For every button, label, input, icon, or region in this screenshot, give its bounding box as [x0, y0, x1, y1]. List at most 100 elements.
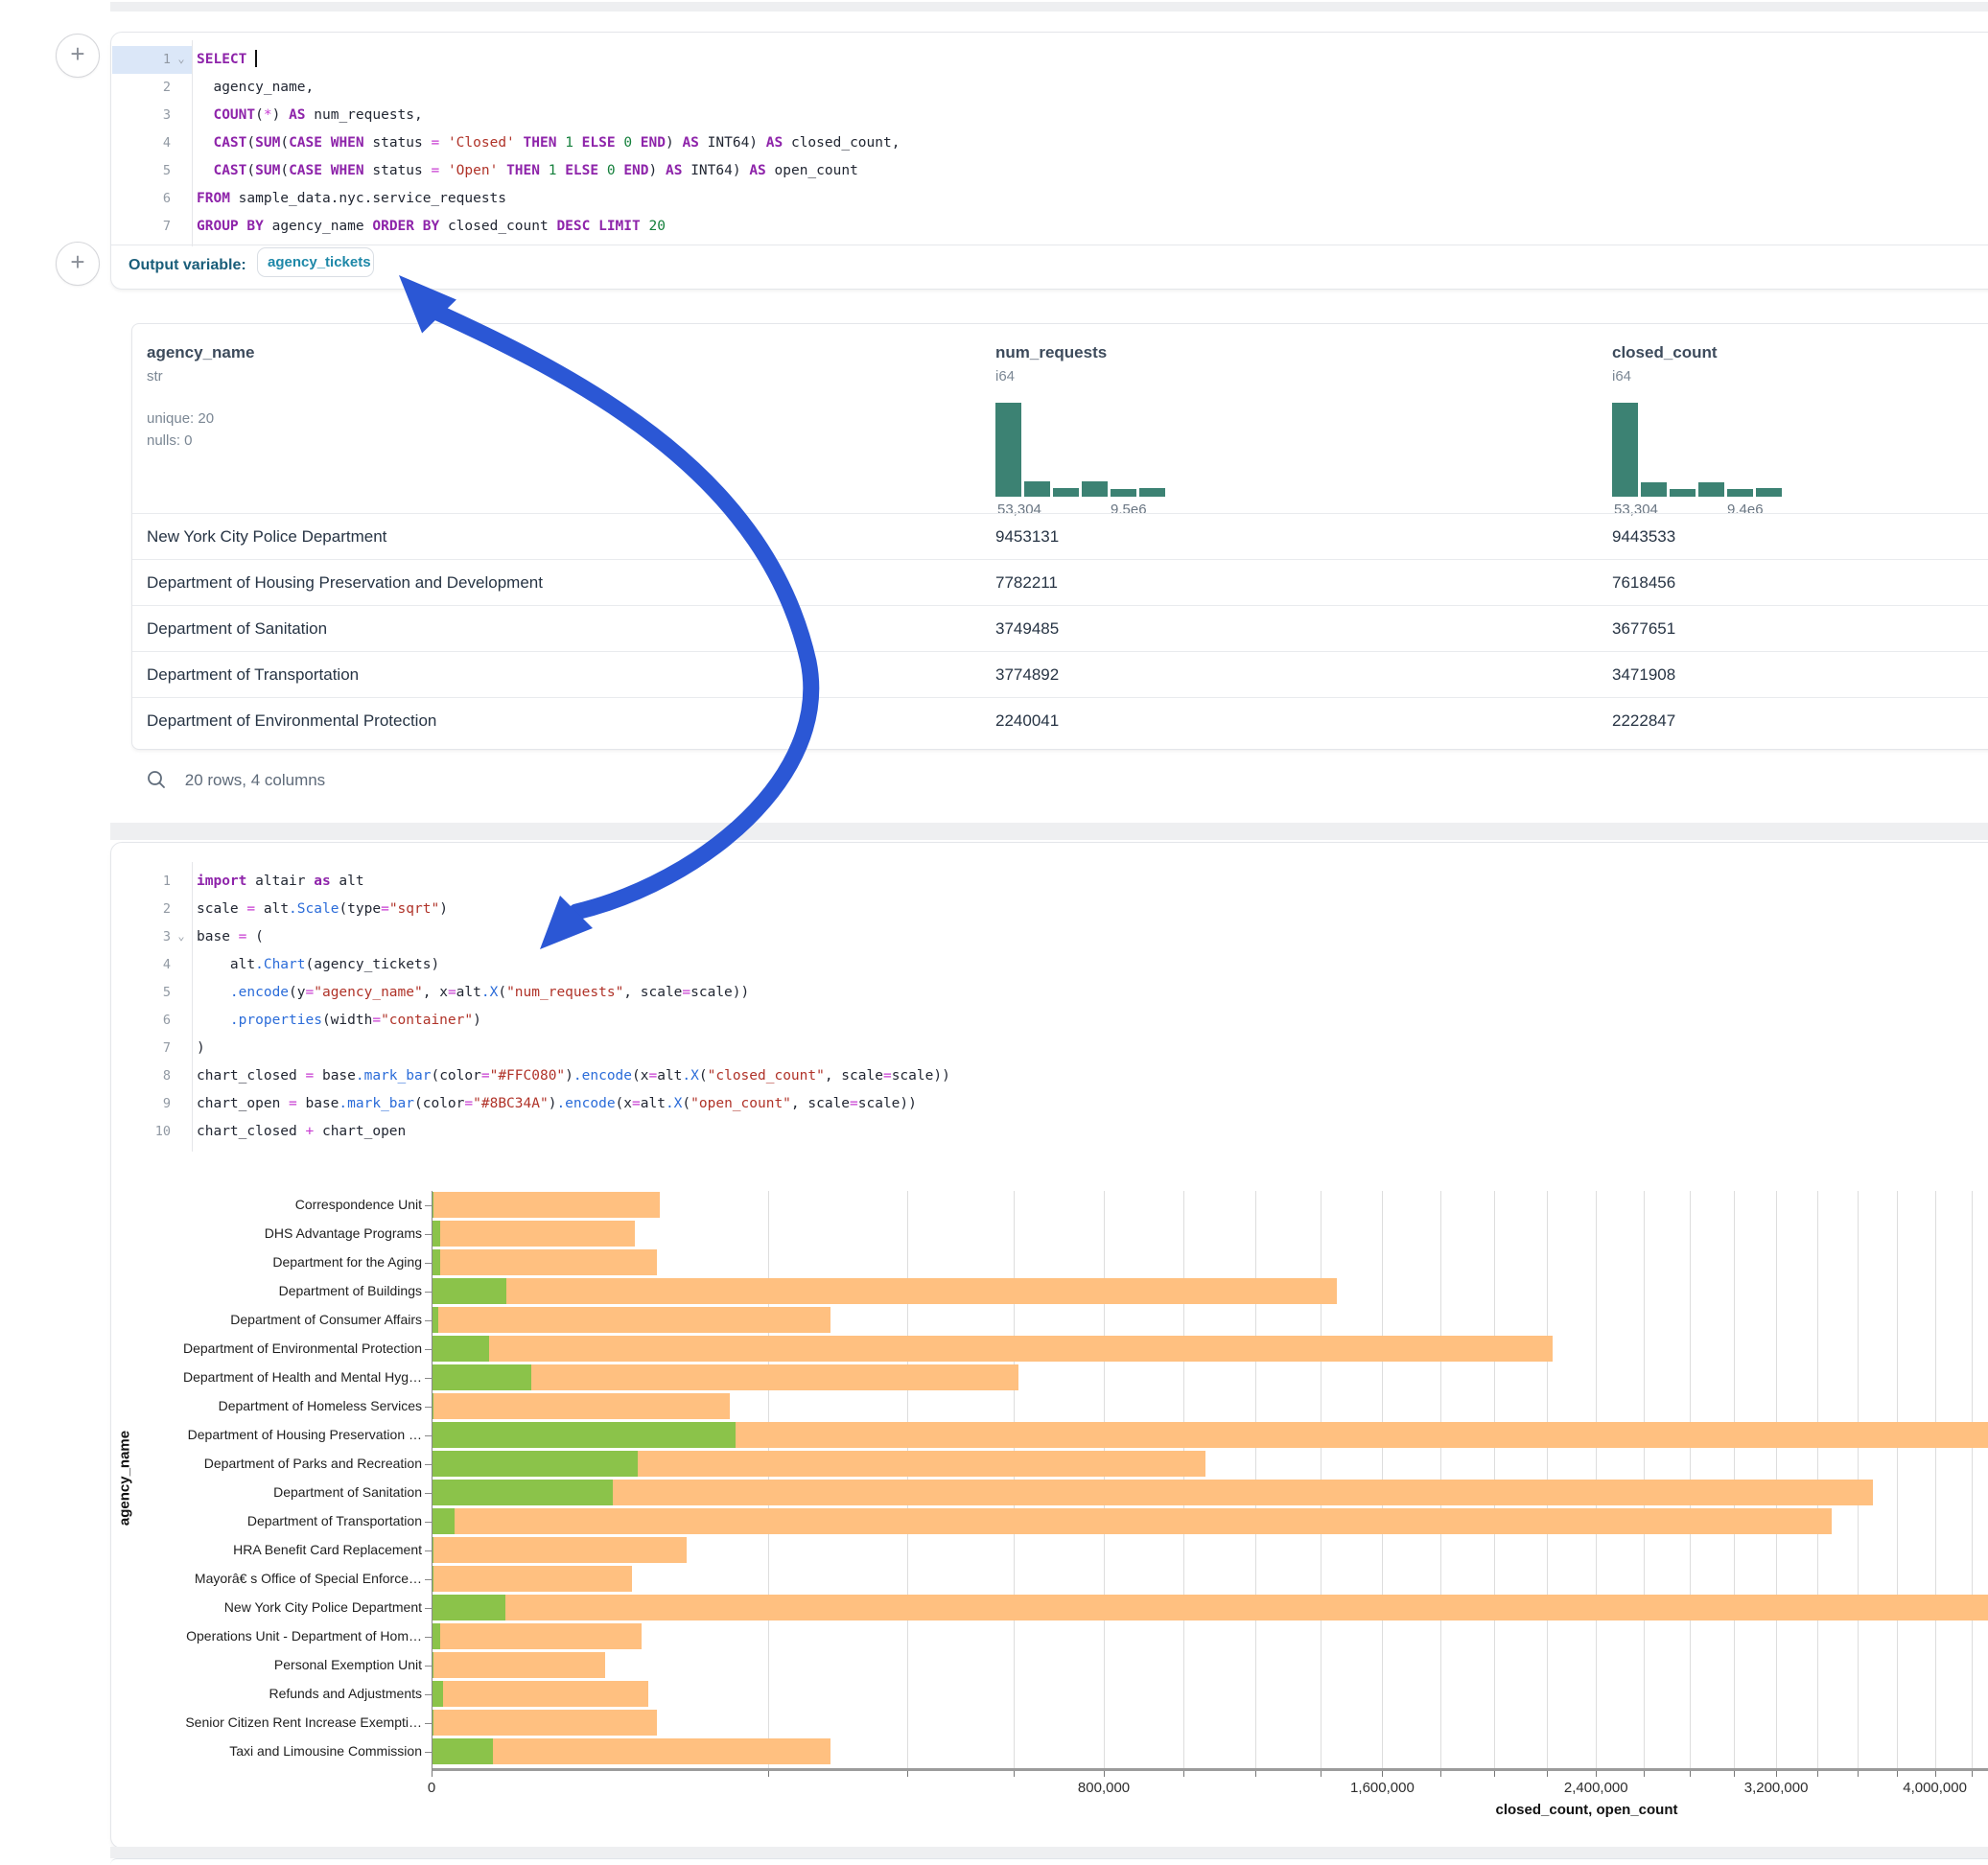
code-token: )	[649, 163, 666, 178]
code-token: BY	[423, 219, 439, 234]
histogram-bar	[1139, 488, 1165, 497]
code-token	[540, 163, 549, 178]
code-token: FROM	[197, 191, 230, 206]
code-token	[556, 163, 565, 178]
table-row: Department of Environmental Protection22…	[132, 697, 1988, 744]
line-number: 3	[111, 923, 171, 951]
code-token: )	[272, 107, 289, 123]
bar-closed-count	[432, 1595, 1988, 1620]
line-number: 1	[111, 46, 171, 74]
code-token	[556, 135, 565, 151]
code-token: .properties	[230, 1013, 322, 1028]
bar-closed-count	[432, 1480, 1873, 1505]
code-token: CAST	[213, 135, 246, 151]
cell-closed-count: 3471908	[1612, 652, 1675, 698]
y-axis-tick	[425, 1522, 432, 1523]
column-type: i64	[1612, 368, 1718, 385]
code-token: closed_count,	[783, 135, 900, 151]
code-token: SUM	[255, 135, 280, 151]
table-row: Department of Housing Preservation and D…	[132, 559, 1988, 606]
code-token: "open_count"	[690, 1096, 791, 1111]
column-name: closed_count	[1612, 343, 1718, 362]
code-token: THEN	[524, 135, 557, 151]
cell-gap-strip-middle	[110, 823, 1988, 840]
y-axis-tick-label: Correspondence Unit	[125, 1197, 422, 1212]
y-axis-tick-label: Refunds and Adjustments	[125, 1686, 422, 1701]
code-token: , scale	[623, 985, 682, 1000]
code-line: GROUP BY agency_name ORDER BY closed_cou…	[197, 213, 666, 241]
code-token: (x	[616, 1096, 632, 1111]
bar-closed-count	[432, 1336, 1553, 1362]
code-token: as	[314, 874, 330, 889]
output-variable-label: Output variable:	[129, 257, 246, 274]
y-axis-tick	[425, 1608, 432, 1609]
code-token	[197, 1013, 230, 1028]
column-histogram	[1612, 403, 1785, 497]
cell-num-requests: 7782211	[995, 560, 1058, 606]
table-row: Department of Transportation377489234719…	[132, 651, 1988, 698]
y-axis-tick	[425, 1694, 432, 1695]
plus-icon: +	[70, 39, 84, 68]
y-axis-tick-label: HRA Benefit Card Replacement	[125, 1542, 422, 1557]
bar-open-count	[432, 1422, 736, 1448]
add-cell-button-top[interactable]: +	[56, 34, 100, 78]
histogram-bar	[1641, 482, 1667, 497]
code-token: SUM	[255, 163, 280, 178]
x-axis-tick	[1104, 1770, 1105, 1777]
code-line: chart_closed = base.mark_bar(color="#FFC…	[197, 1062, 950, 1090]
code-token	[498, 163, 506, 178]
y-axis-tick-label: New York City Police Department	[125, 1599, 422, 1615]
code-token: CASE	[289, 135, 322, 151]
code-token: (x	[632, 1068, 648, 1084]
x-axis-tick-label: 2,400,000	[1564, 1780, 1628, 1796]
gutter-separator	[192, 862, 193, 1152]
code-token: *	[264, 107, 272, 123]
x-axis-tick	[1440, 1770, 1441, 1777]
code-line: FROM sample_data.nyc.service_requests	[197, 185, 506, 213]
bar-open-count	[432, 1623, 440, 1649]
code-token: .encode	[556, 1096, 615, 1111]
x-axis-tick	[1972, 1770, 1973, 1777]
cell-gap-strip-top	[110, 2, 1988, 12]
bar-closed-count	[432, 1537, 687, 1563]
chevron-down-icon[interactable]: ⌄	[175, 923, 188, 951]
output-variable-pill[interactable]: agency_tickets	[257, 247, 374, 277]
code-token: , scale	[791, 1096, 850, 1111]
code-line: .encode(y="agency_name", x=alt.X("num_re…	[197, 979, 749, 1007]
column-stat-nulls: nulls: 0	[147, 432, 254, 449]
code-line: alt.Chart(agency_tickets)	[197, 951, 439, 979]
add-cell-button-below-sql[interactable]: +	[56, 242, 100, 286]
y-axis-tick	[425, 1550, 432, 1551]
x-axis-tick	[1014, 1770, 1015, 1777]
y-axis-tick-label: Senior Citizen Rent Increase Exempti…	[125, 1714, 422, 1730]
histogram-bar	[1670, 489, 1696, 497]
code-token: =	[246, 901, 255, 917]
y-axis-tick	[425, 1464, 432, 1465]
sql-code-editor[interactable]: 1⌄SELECT 2 agency_name,3 COUNT(*) AS num…	[111, 46, 1988, 241]
code-token: )	[565, 1068, 573, 1084]
cell-num-requests: 9453131	[995, 514, 1059, 560]
code-token: +	[306, 1124, 315, 1139]
y-axis-tick	[425, 1493, 432, 1494]
code-line: SELECT	[197, 46, 257, 74]
code-token: END	[641, 135, 666, 151]
code-token: .Scale	[289, 901, 339, 917]
search-icon[interactable]	[146, 769, 167, 790]
code-token: =	[431, 135, 439, 151]
y-axis-tick-label: Department of Environmental Protection	[125, 1340, 422, 1356]
chevron-down-icon[interactable]: ⌄	[175, 46, 188, 74]
x-axis-tick	[1255, 1770, 1256, 1777]
y-axis-tick	[425, 1292, 432, 1293]
bar-closed-count	[432, 1192, 660, 1218]
code-token: =	[464, 1096, 473, 1111]
code-line: agency_name,	[197, 74, 314, 102]
code-token: .Chart	[255, 957, 305, 972]
cell-agency-name: Department of Transportation	[147, 652, 359, 698]
code-token: )	[439, 901, 448, 917]
code-token: (	[280, 163, 289, 178]
code-token: ORDER	[372, 219, 414, 234]
python-code-editor[interactable]: 1import altair as alt2scale = alt.Scale(…	[111, 868, 1988, 1146]
x-axis-tick	[1644, 1770, 1645, 1777]
code-token: =	[381, 901, 389, 917]
histogram-bar	[1053, 488, 1079, 497]
